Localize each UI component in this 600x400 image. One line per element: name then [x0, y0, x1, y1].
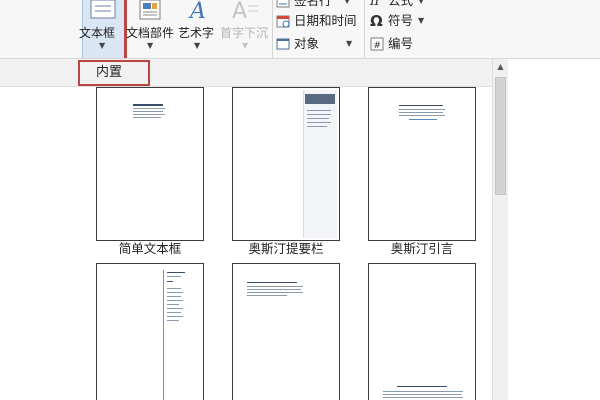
preview-line — [167, 312, 181, 313]
svg-text:A: A — [188, 0, 206, 22]
doc-parts-button[interactable]: 文档部件 ▼ — [126, 0, 176, 58]
gallery-item-label: 简单文本框 — [118, 241, 182, 256]
ribbon-separator — [364, 0, 365, 58]
preview-line — [167, 308, 183, 309]
preview-line — [167, 276, 181, 277]
gallery-item-austin-quote[interactable] — [368, 87, 476, 241]
gallery-item-austin-sidebar[interactable] — [232, 87, 340, 241]
preview-line — [167, 296, 181, 297]
doc-parts-dropdown-icon[interactable]: ▼ — [147, 42, 153, 50]
wordart-label: 艺术字 — [178, 26, 215, 40]
textbox-icon — [90, 0, 116, 19]
ribbon-separator — [272, 0, 273, 58]
textbox-label: 文本框 — [79, 26, 116, 40]
wordart-icon: A — [188, 0, 206, 22]
preview-sidebar — [303, 90, 337, 238]
preview-line — [307, 126, 327, 127]
textbox-button[interactable]: 文本框 ▼ — [79, 0, 126, 58]
preview-line — [133, 108, 165, 109]
datetime-label: 日期和时间 — [294, 13, 357, 28]
preview-line — [247, 295, 287, 296]
preview-line — [133, 104, 163, 106]
preview-line — [383, 397, 463, 398]
equation-button[interactable]: π 公式 ▼ — [370, 0, 440, 12]
textbox-gallery: 简单文本框 奥斯汀提要栏 奥斯汀引言 — [0, 87, 492, 400]
preview-line — [383, 391, 463, 392]
preview-column-rule — [163, 270, 164, 400]
preview-line — [167, 316, 183, 317]
preview-line — [167, 320, 179, 321]
number-label: 编号 — [388, 36, 414, 51]
preview-line — [133, 114, 165, 115]
signature-line-icon — [276, 0, 290, 8]
preview-line — [409, 119, 437, 120]
omega-icon: Ω — [370, 12, 383, 30]
svg-text:A: A — [232, 0, 247, 22]
preview-line — [247, 286, 303, 287]
wordart-button[interactable]: A 艺术字 ▼ — [178, 0, 220, 58]
signature-line-label: 签名行 — [294, 0, 332, 8]
number-button[interactable]: # 编号 — [370, 35, 440, 55]
gallery-section-header: 内置 — [0, 59, 492, 87]
object-button[interactable]: 对象 ▼ — [276, 35, 362, 55]
gallery-item-label: 奥斯汀提要栏 — [248, 241, 324, 256]
gallery-item-simple-textbox[interactable] — [96, 87, 204, 241]
preview-line — [383, 394, 461, 395]
symbol-button[interactable]: Ω 符号 ▼ — [370, 12, 440, 32]
preview-line — [307, 110, 331, 111]
preview-line — [307, 114, 331, 115]
object-icon — [276, 38, 290, 50]
preview-line — [399, 115, 445, 116]
preview-line — [399, 112, 443, 113]
preview-line — [307, 122, 331, 123]
insert-ribbon: 文本框 ▼ 文档部件 ▼ A 艺术字 ▼ A 首字下沉 ▼ 签名行 ▼ 日期和时… — [0, 0, 600, 59]
preview-line — [247, 292, 303, 293]
number-icon: # — [370, 37, 384, 51]
preview-line — [167, 304, 179, 305]
equation-label: 公式 — [388, 0, 414, 8]
scroll-up-icon[interactable]: ▲ — [493, 59, 508, 75]
gallery-item-top-quote[interactable] — [232, 263, 340, 400]
wordart-dropdown-icon[interactable]: ▼ — [194, 42, 200, 50]
equation-dropdown-icon[interactable]: ▼ — [418, 0, 424, 5]
doc-parts-icon — [139, 0, 161, 20]
preview-line — [133, 111, 163, 112]
gallery-item-sidebar-column[interactable] — [96, 263, 204, 400]
preview-line — [167, 281, 173, 282]
preview-line — [399, 105, 443, 106]
preview-line — [307, 118, 329, 119]
svg-text:#: # — [374, 41, 382, 51]
signature-line-dropdown-icon[interactable]: ▼ — [344, 0, 350, 5]
preview-sidebar-header — [305, 94, 335, 104]
symbol-label: 符号 — [388, 13, 414, 28]
gallery-scrollbar[interactable]: ▲ — [492, 59, 508, 400]
object-dropdown-icon[interactable]: ▼ — [346, 40, 352, 48]
dropcap-label: 首字下沉 — [220, 26, 269, 40]
preview-line — [167, 300, 183, 301]
preview-line — [133, 117, 161, 118]
preview-line — [399, 109, 445, 110]
gallery-item-label: 奥斯汀引言 — [390, 241, 454, 256]
signature-line-button[interactable]: 签名行 ▼ — [276, 0, 366, 12]
calendar-icon — [276, 15, 290, 28]
scrollbar-thumb[interactable] — [495, 77, 506, 195]
section-title-highlight — [78, 60, 150, 86]
textbox-dropdown-icon[interactable]: ▼ — [99, 42, 105, 50]
doc-parts-label: 文档部件 — [126, 26, 175, 40]
object-label: 对象 — [294, 36, 320, 51]
dropcap-icon: A — [232, 0, 258, 22]
preview-line — [167, 288, 181, 289]
dropcap-button[interactable]: A 首字下沉 ▼ — [220, 0, 270, 58]
datetime-button[interactable]: 日期和时间 — [276, 12, 362, 32]
pi-icon: π — [370, 0, 380, 9]
preview-line — [247, 289, 301, 290]
gallery-item-bottom-quote[interactable] — [368, 263, 476, 400]
preview-line — [167, 272, 185, 273]
preview-line — [397, 386, 447, 387]
dropcap-dropdown-icon[interactable]: ▼ — [242, 42, 248, 50]
preview-line — [247, 282, 297, 283]
preview-line — [167, 292, 183, 293]
symbol-dropdown-icon[interactable]: ▼ — [418, 17, 424, 25]
